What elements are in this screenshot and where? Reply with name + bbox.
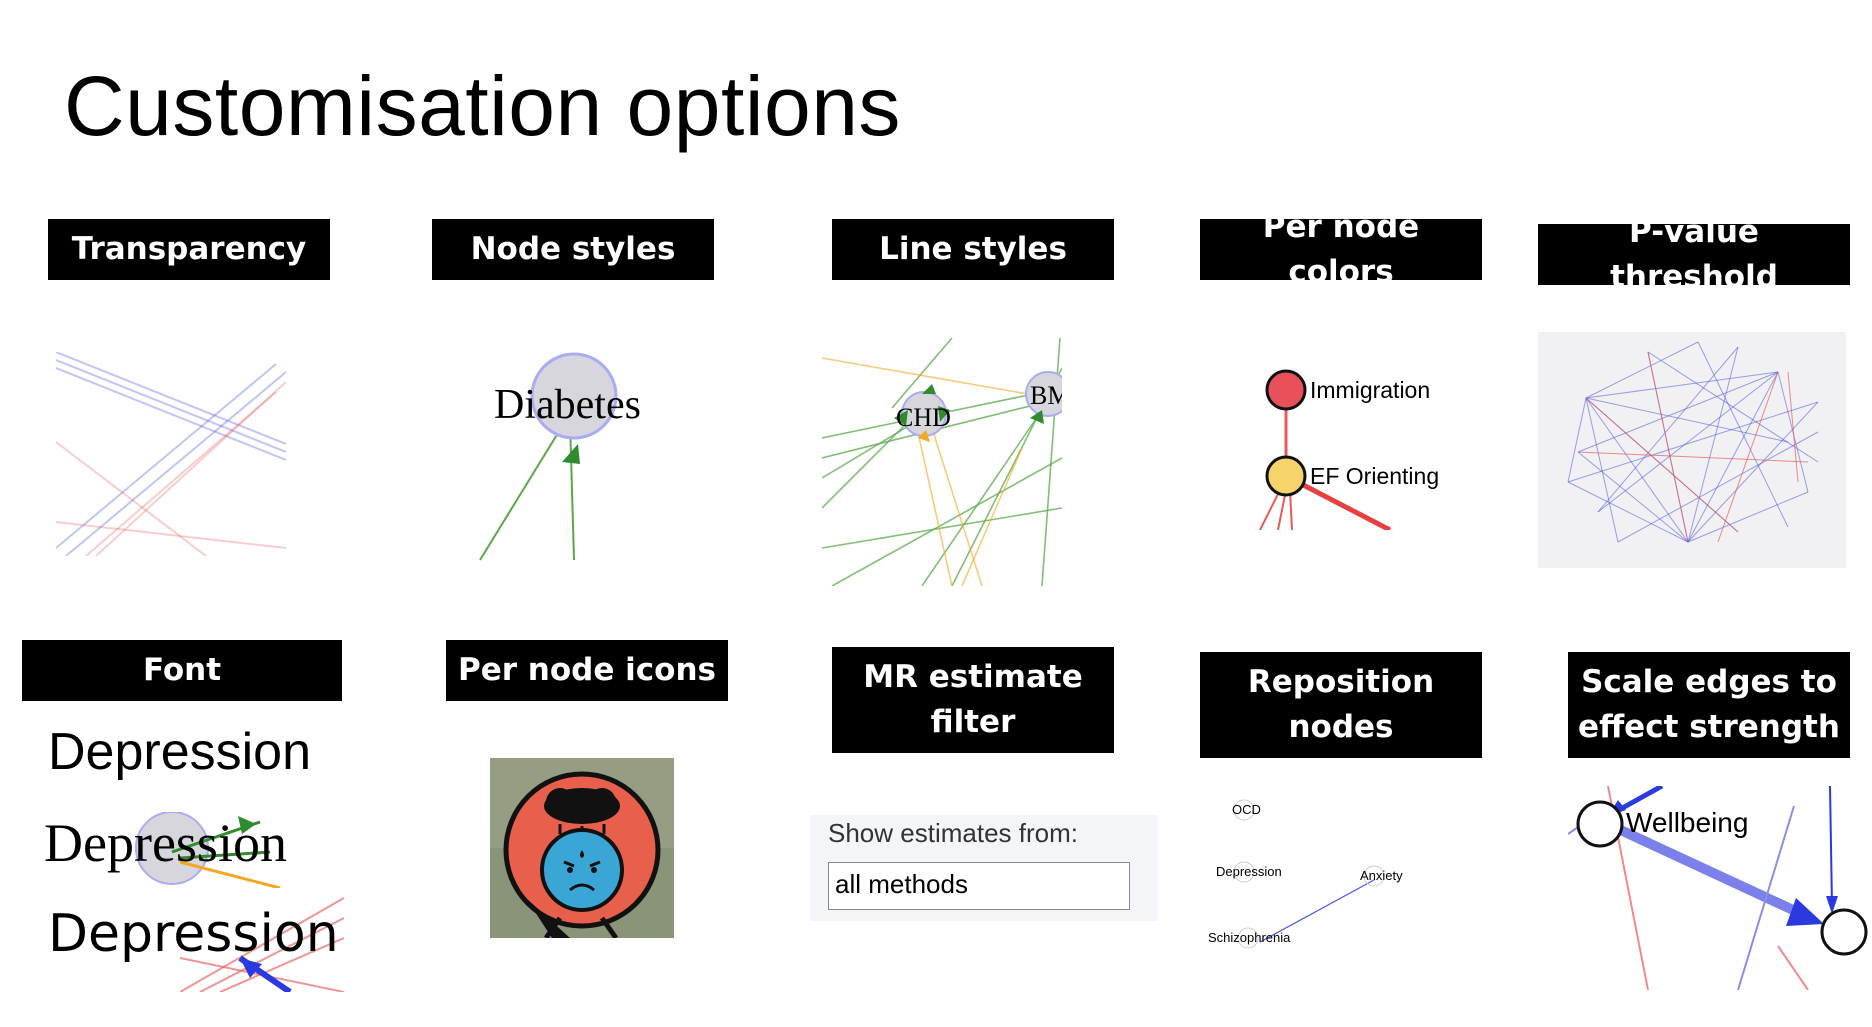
line-styles-node-b: BM (1030, 381, 1062, 410)
label-mr-estimate-filter: MR estimate filter (832, 647, 1114, 753)
line-styles-node-a: CHD (896, 403, 951, 432)
reposition-node-schizophrenia: Schizophrenia (1208, 930, 1291, 945)
ef-orienting-node (1265, 455, 1307, 497)
node-styles-example: Diabetes (479, 352, 641, 561)
line-styles-example: CHD BM (822, 338, 1062, 586)
label-font-text: Font (142, 652, 222, 689)
per-node-icons-example (490, 758, 674, 938)
label-scale-edges-line1: Scale edges to (1581, 664, 1837, 701)
target-node (1820, 908, 1868, 956)
per-node-colors-example: Immigration EF Orienting (1259, 369, 1439, 530)
reposition-nodes-example: OCD Depression Anxiety Schizophrenia (1208, 799, 1403, 949)
label-line-styles: Line styles (832, 219, 1114, 280)
label-scale-edges-line2: effect strength (1578, 709, 1840, 745)
wellbeing-node (1576, 800, 1624, 848)
reposition-node-anxiety: Anxiety (1360, 868, 1403, 883)
font-sample-serif: Depression (44, 813, 287, 873)
reposition-node-depression: Depression (1216, 864, 1282, 879)
label-mr-estimate-filter-line1: MR estimate (863, 659, 1083, 696)
label-reposition-nodes-line1: Reposition (1247, 664, 1435, 701)
label-mr-estimate-filter-line2: filter (930, 704, 1016, 740)
label-line-styles-text: Line styles (879, 231, 1067, 268)
label-transparency-text: Transparency (71, 231, 307, 268)
wellbeing-label: Wellbeing (1626, 807, 1748, 838)
label-per-node-colors-text: Per node colors (1262, 208, 1420, 290)
ef-orienting-label: EF Orienting (1310, 463, 1439, 489)
slide-title: Customisation options (64, 59, 901, 153)
label-node-styles-text: Node styles (470, 231, 676, 268)
label-reposition-nodes: Reposition nodes (1200, 652, 1482, 758)
node-styles-label: Diabetes (494, 382, 641, 428)
label-transparency: Transparency (48, 219, 330, 280)
mr-filter-select[interactable]: all methods (828, 862, 1130, 910)
label-reposition-nodes-line2: nodes (1288, 709, 1394, 745)
transparency-example (56, 352, 286, 556)
label-scale-edges: Scale edges to effect strength (1568, 652, 1850, 758)
label-per-node-icons-text: Per node icons (457, 652, 717, 689)
label-per-node-colors: Per node colors (1200, 209, 1482, 290)
immigration-node (1265, 369, 1307, 411)
label-p-value-threshold: P-value threshold (1538, 214, 1850, 295)
p-value-threshold-example (1538, 332, 1846, 568)
label-node-styles: Node styles (432, 219, 714, 280)
label-font: Font (22, 640, 342, 701)
immigration-label: Immigration (1310, 377, 1430, 403)
font-sample-sans: Depression (48, 723, 312, 781)
font-sample-mono: Depression (48, 904, 339, 964)
reposition-node-ocd: OCD (1232, 802, 1261, 817)
mr-filter-caption: Show estimates from: (828, 818, 1078, 848)
label-per-node-icons: Per node icons (446, 640, 728, 701)
label-p-value-threshold-text: P-value threshold (1610, 213, 1778, 295)
scale-edges-example: Wellbeing (1568, 786, 1868, 990)
